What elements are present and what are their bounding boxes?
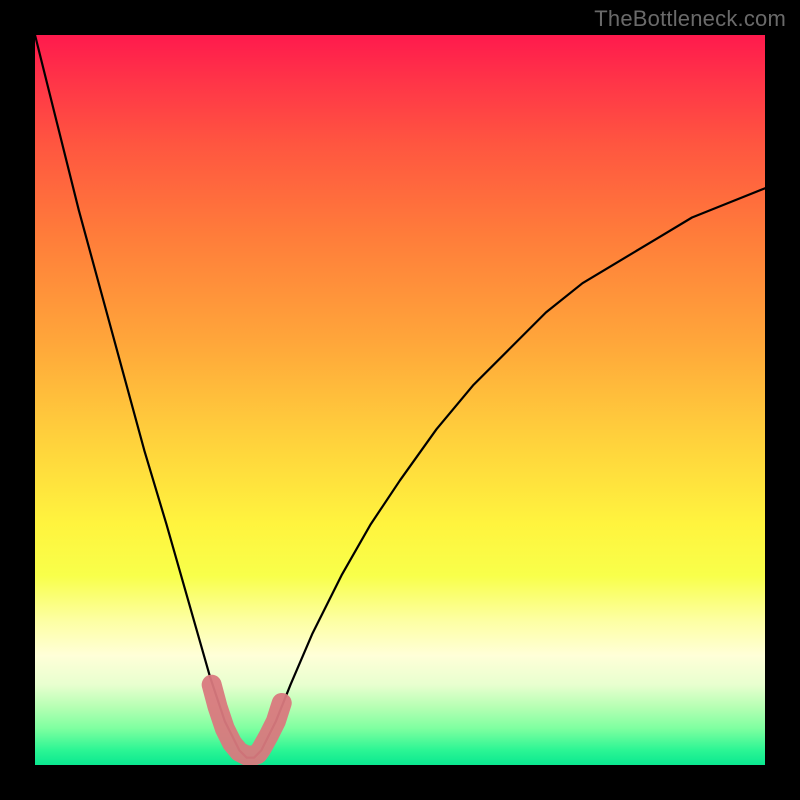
valley-marker (212, 685, 282, 756)
watermark-text: TheBottleneck.com (594, 6, 786, 32)
plot-area (35, 35, 765, 765)
bottleneck-curve (35, 35, 765, 758)
chart-frame: TheBottleneck.com (0, 0, 800, 800)
curve-overlay (35, 35, 765, 765)
